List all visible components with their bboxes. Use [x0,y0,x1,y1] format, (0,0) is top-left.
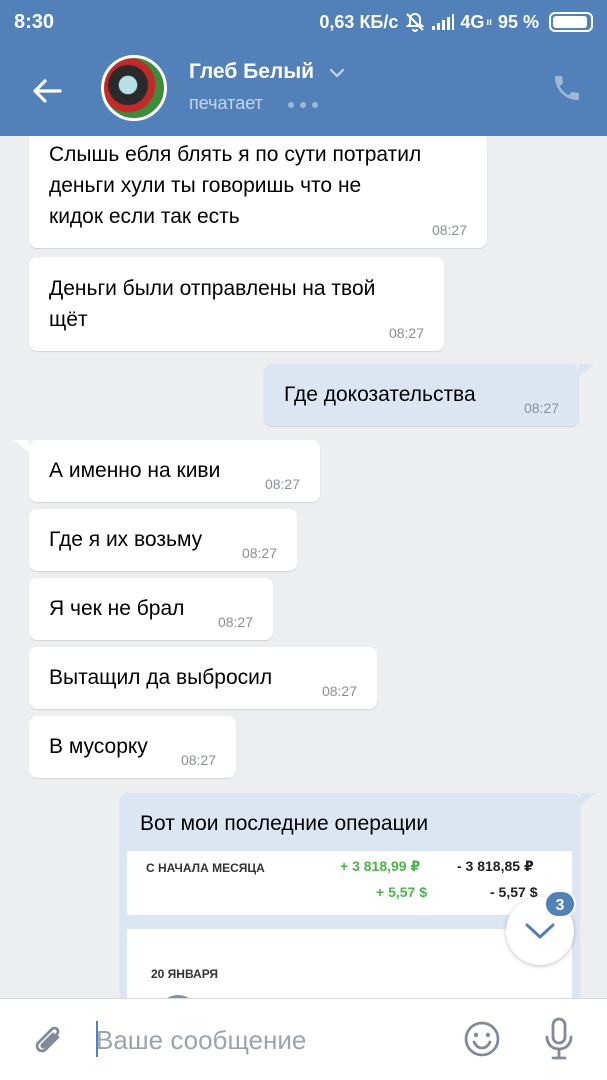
message-text-line: деньги хули ты говоришь что не [49,174,362,197]
bell-off-icon [405,12,425,32]
message-time: 08:27 [180,752,216,768]
message-text-line: кидок если так есть [49,205,240,228]
status-bar: 8:30 0,63 КБ/с 4G ıı 95 % [0,0,607,44]
message-list[interactable]: Слышь ебля блять я по сути потратил день… [0,136,607,998]
operations-summary-card[interactable]: С НАЧАЛА МЕСЯЦА + 3 818,99 ₽ - 3 818,85 … [127,851,572,915]
message-incoming[interactable]: Деньги были отправлены на твой щёт 08:27 [29,257,444,351]
message-incoming[interactable]: Слышь ебля блять я по сути потратил день… [29,136,487,248]
unread-badge: 3 [544,890,576,918]
message-input[interactable] [96,1020,436,1060]
message-text-line: Деньги были отправлены на твой [49,277,376,300]
message-incoming[interactable]: А именно на киви 08:27 [29,440,320,502]
message-text: Где докозательства [284,383,476,406]
message-text: А именно на киви [49,459,221,482]
network-type: 4G [460,11,485,32]
phone-icon[interactable] [551,72,583,104]
chevron-down-icon[interactable] [330,68,344,78]
message-time: 08:27 [388,325,424,341]
battery-percent: 95 % [497,11,539,32]
message-time: 08:27 [321,683,357,699]
message-incoming[interactable]: Я чек не брал 08:27 [29,578,273,640]
message-incoming[interactable]: Где я их возьму 08:27 [29,509,297,571]
operations-day-card[interactable]: 20 ЯНВАРЯ [127,929,572,998]
message-outgoing[interactable]: Вот мои последние операции С НАЧАЛА МЕСЯ… [120,793,580,998]
contact-name[interactable]: Глеб Белый [189,60,314,84]
battery-icon [549,12,593,32]
message-time: 08:27 [431,222,467,238]
message-incoming[interactable]: В мусорку 08:27 [29,716,236,778]
smile-icon[interactable] [463,1020,501,1058]
period-label: С НАЧАЛА МЕСЯЦА [146,861,265,875]
chat-header: Глеб Белый печатает [0,44,607,136]
message-text-line: Слышь ебля блять я по сути потратил [49,143,422,166]
network-suffix: ıı [486,16,492,28]
date-label: 20 ЯНВАРЯ [151,967,219,981]
avatar[interactable] [101,55,167,121]
message-time: 08:27 [217,614,253,630]
clock: 8:30 [14,10,55,33]
arrow-left-icon[interactable] [30,74,64,108]
message-time: 08:27 [264,476,300,492]
signal-icon [432,14,455,30]
message-text: Вытащил да выбросил [49,666,273,689]
income-usd: + 5,57 $ [376,884,427,900]
bubble-tail [579,364,595,376]
message-time: 08:27 [241,545,277,561]
chevron-down-icon [525,923,555,939]
message-text-line: щёт [49,308,88,331]
message-composer [0,998,607,1080]
paperclip-icon[interactable] [30,1021,66,1059]
typing-indicator [288,102,318,108]
network-speed: 0,63 КБ/с [319,11,399,32]
bubble-tail [13,440,29,452]
typing-status: печатает [189,93,263,113]
message-text: Вот мои последние операции [140,812,429,835]
message-incoming[interactable]: Вытащил да выбросил 08:27 [29,647,377,709]
status-icons: 0,63 КБ/с 4G ıı 95 % [319,11,593,33]
microphone-icon[interactable] [544,1017,574,1061]
message-outgoing[interactable]: Где докозательства 08:27 [264,364,579,426]
message-time: 08:27 [523,400,559,416]
bubble-tail [580,793,596,805]
